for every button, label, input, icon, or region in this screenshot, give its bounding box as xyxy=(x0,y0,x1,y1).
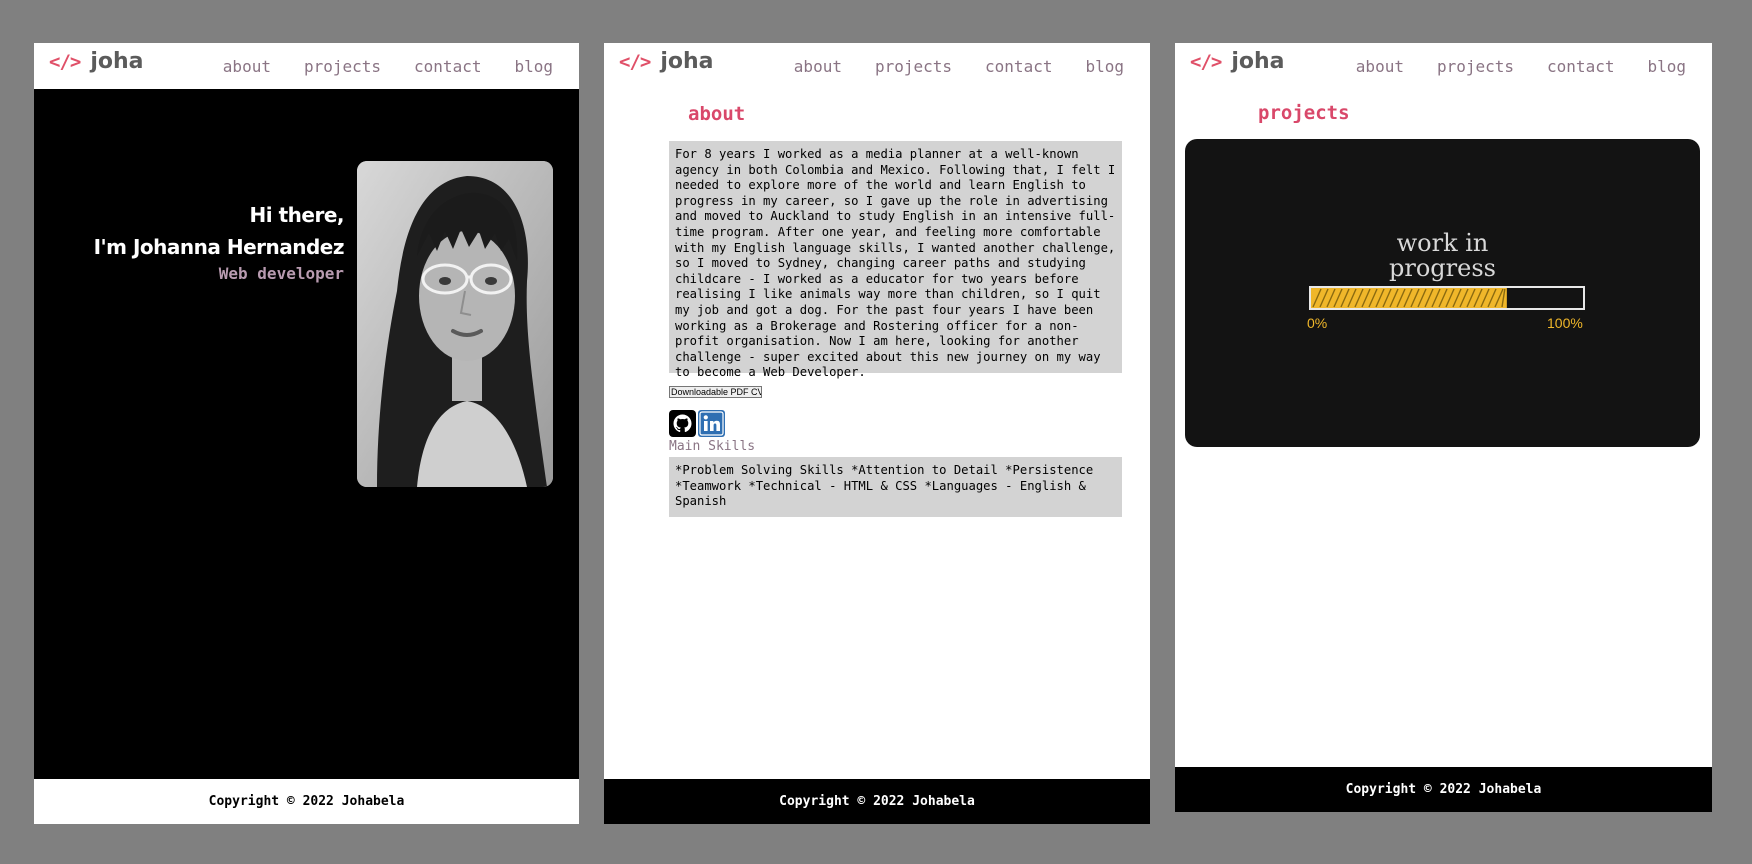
nav-link-projects[interactable]: projects xyxy=(875,57,952,76)
nav-link-blog[interactable]: blog xyxy=(1647,57,1686,76)
nav-link-blog[interactable]: blog xyxy=(514,57,553,76)
social-links xyxy=(669,410,725,437)
nav-link-contact[interactable]: contact xyxy=(985,57,1052,76)
nav-link-about[interactable]: about xyxy=(223,57,271,76)
wip-title-line1: work in xyxy=(1396,229,1489,257)
wip-title-line2: progress xyxy=(1389,254,1496,282)
site-logo[interactable]: </> joha xyxy=(1190,49,1285,74)
hero-role: Web developer xyxy=(218,264,344,283)
hero-section: Hi there, I'm Johanna Hernandez Web deve… xyxy=(34,89,579,779)
skills-text: *Problem Solving Skills *Attention to De… xyxy=(669,457,1122,517)
site-footer: Copyright © 2022 Johabela xyxy=(34,779,579,824)
work-in-progress-image: work in progress 0% 100% xyxy=(1185,139,1700,447)
hero-name: I'm Johanna Hernandez xyxy=(93,235,345,259)
projects-page-preview: </> joha about projects contact blog pro… xyxy=(1175,43,1712,812)
code-bracket-icon: </> xyxy=(49,50,81,73)
section-title-about: about xyxy=(688,103,746,125)
nav-link-contact[interactable]: contact xyxy=(1547,57,1614,76)
home-page-preview: </> joha about projects contact blog Hi … xyxy=(34,43,579,824)
logo-text: joha xyxy=(1231,49,1285,74)
linkedin-icon xyxy=(698,410,725,437)
main-nav: about projects contact blog xyxy=(1356,57,1686,76)
site-footer: Copyright © 2022 Johabela xyxy=(1175,767,1712,812)
wip-progress-bar xyxy=(1309,286,1585,310)
top-navbar: </> joha about projects contact blog xyxy=(34,43,579,89)
section-title-projects: projects xyxy=(1258,102,1350,124)
hero-intro: Hi there, I'm Johanna Hernandez Web deve… xyxy=(93,199,345,285)
nav-link-projects[interactable]: projects xyxy=(304,57,381,76)
about-page-preview: </> joha about projects contact blog abo… xyxy=(604,43,1150,824)
portrait-illustration xyxy=(357,161,553,487)
github-link[interactable] xyxy=(669,410,696,437)
nav-link-about[interactable]: about xyxy=(794,57,842,76)
site-footer: Copyright © 2022 Johabela xyxy=(604,779,1150,824)
wip-end-label: 100% xyxy=(1547,315,1583,331)
main-nav: about projects contact blog xyxy=(794,57,1124,76)
nav-link-blog[interactable]: blog xyxy=(1085,57,1124,76)
portrait-photo xyxy=(357,161,553,487)
main-nav: about projects contact blog xyxy=(223,57,553,76)
logo-text: joha xyxy=(90,49,144,74)
download-cv-button[interactable]: Downloadable PDF CV xyxy=(669,386,762,398)
nav-link-about[interactable]: about xyxy=(1356,57,1404,76)
wip-start-label: 0% xyxy=(1307,315,1328,331)
code-bracket-icon: </> xyxy=(1190,50,1222,73)
nav-link-contact[interactable]: contact xyxy=(414,57,481,76)
hero-greeting: Hi there, xyxy=(249,203,345,227)
about-text: For 8 years I worked as a media planner … xyxy=(669,141,1122,379)
github-icon xyxy=(669,410,696,437)
site-logo[interactable]: </> joha xyxy=(49,49,144,74)
top-navbar: </> joha about projects contact blog xyxy=(1175,43,1712,89)
site-logo[interactable]: </> joha xyxy=(619,49,714,74)
wip-title: work in progress xyxy=(1185,231,1700,281)
linkedin-link[interactable] xyxy=(698,410,725,437)
skills-label: Main Skills xyxy=(669,439,756,454)
nav-link-projects[interactable]: projects xyxy=(1437,57,1514,76)
logo-text: joha xyxy=(660,49,714,74)
top-navbar: </> joha about projects contact blog xyxy=(604,43,1150,89)
code-bracket-icon: </> xyxy=(619,50,651,73)
